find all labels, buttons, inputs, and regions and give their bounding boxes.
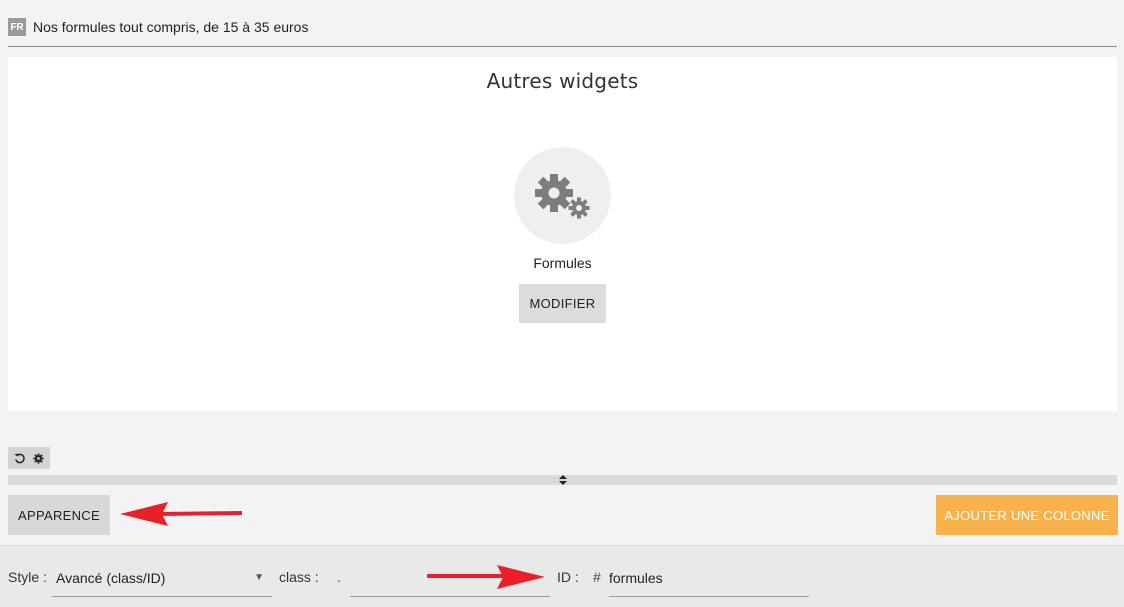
modify-button[interactable]: MODIFIER <box>519 284 606 323</box>
widget-name: Formules <box>533 255 592 271</box>
gear-icon[interactable] <box>31 450 47 466</box>
style-select-value: Avancé (class/ID) <box>56 570 166 586</box>
annotation-arrow-right <box>427 565 545 589</box>
style-settings-bar: Style : Avancé (class/ID) ▼ class : . ID… <box>0 545 1124 607</box>
resize-arrows-icon <box>558 475 567 485</box>
id-input[interactable]: formules <box>609 560 809 597</box>
style-label: Style : <box>8 569 47 585</box>
gears-icon <box>514 147 611 244</box>
widget-panel: Autres widgets Formules MODIFIER <box>8 57 1117 411</box>
widget-heading: Autres widgets <box>486 69 639 93</box>
id-input-value: formules <box>609 570 663 586</box>
style-select[interactable]: Avancé (class/ID) ▼ <box>52 560 272 597</box>
page-title: Nos formules tout compris, de 15 à 35 eu… <box>33 19 309 35</box>
page-header: FR Nos formules tout compris, de 15 à 35… <box>8 17 1117 47</box>
language-badge[interactable]: FR <box>8 18 26 36</box>
resize-handle[interactable] <box>8 475 1117 485</box>
class-label: class : <box>279 569 319 585</box>
column-tools <box>8 447 50 469</box>
caret-down-icon: ▼ <box>254 572 264 583</box>
class-prefix: . <box>337 569 341 585</box>
undo-icon[interactable] <box>12 450 28 466</box>
add-column-button[interactable]: AJOUTER UNE COLONNE <box>936 495 1118 535</box>
apparence-button[interactable]: APPARENCE <box>8 495 110 535</box>
annotation-arrow-left <box>120 502 243 526</box>
id-prefix: # <box>593 569 601 585</box>
id-label: ID : <box>557 569 579 585</box>
